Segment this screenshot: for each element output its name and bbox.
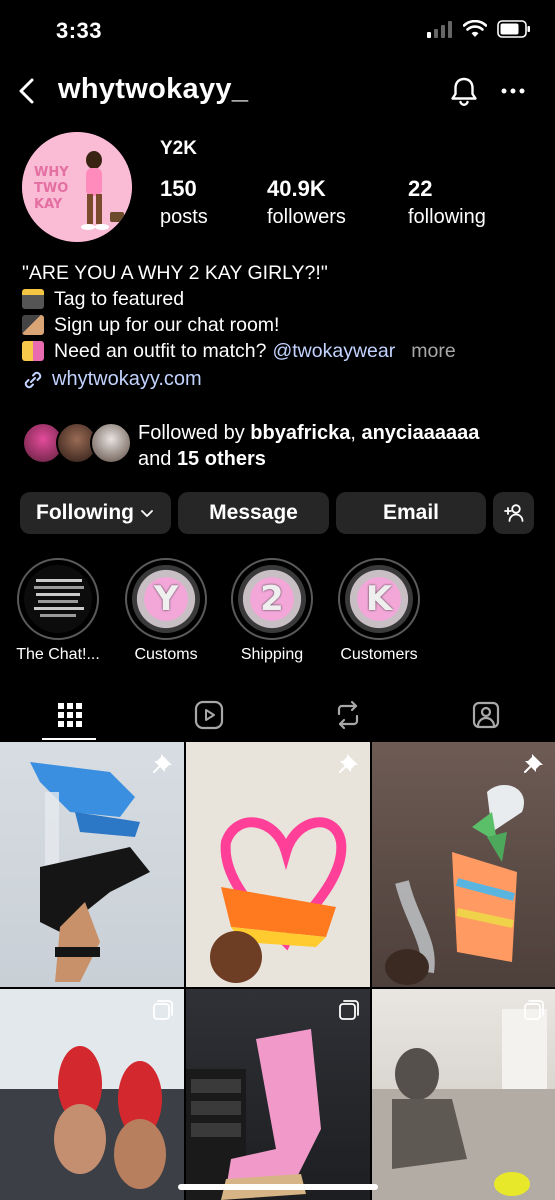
highlight-customers[interactable]: K Customers (337, 558, 421, 663)
email-button[interactable]: Email (336, 492, 486, 534)
tab-posts-grid[interactable] (0, 690, 139, 740)
profile-bio: "ARE YOU A WHY 2 KAY GIRLY?!" Tag to fea… (22, 260, 542, 364)
post-thumbnail[interactable] (0, 742, 184, 987)
highlight-cover: 2 (238, 565, 306, 633)
followers-count[interactable]: 40.9K followers (267, 176, 346, 229)
posts-grid (0, 742, 555, 1200)
website-link-text: whytwokayy.com (52, 368, 202, 390)
posts-count[interactable]: 150 posts (160, 176, 208, 229)
highlight-the-chat[interactable]: The Chat!... (16, 558, 100, 663)
status-bar: 3:33 (0, 0, 555, 62)
highlight-cover (24, 565, 92, 633)
following-label: following (408, 206, 486, 228)
posts-label: posts (160, 206, 208, 228)
tab-reposts[interactable] (278, 690, 417, 740)
bio-line-signup: Sign up for our chat room! (54, 314, 280, 336)
mutual-user-1: bbyafricka (250, 422, 351, 444)
following-value: 22 (408, 176, 433, 201)
add-person-icon (503, 504, 523, 522)
highlight-label: The Chat!... (16, 646, 100, 663)
highlight-customs[interactable]: Y Customs (124, 558, 208, 663)
message-button-label: Message (209, 501, 298, 524)
profile-avatar[interactable]: WHY TWO KAY (22, 132, 132, 242)
bio-more-button[interactable]: more (411, 338, 455, 364)
mutual-avatar-3 (90, 422, 132, 464)
tab-reels[interactable] (139, 690, 278, 740)
followers-label: followers (267, 206, 346, 228)
following-button-label: Following (36, 501, 134, 524)
carousel-icon (339, 1000, 359, 1020)
suggest-people-button[interactable] (493, 492, 534, 534)
more-options-icon[interactable] (500, 76, 526, 106)
highlight-cover: Y (132, 565, 200, 633)
bio-mention-link[interactable]: @twokaywear (272, 338, 395, 364)
pin-icon (339, 754, 358, 773)
shopping-bags-emoji-icon (22, 341, 44, 361)
post-thumbnail[interactable] (186, 742, 370, 987)
highlight-label: Customs (134, 646, 198, 663)
tab-tagged[interactable] (416, 690, 555, 740)
bio-line-tag: Tag to featured (54, 288, 185, 310)
carousel-icon (153, 1000, 173, 1020)
wifi-icon (463, 20, 487, 37)
highlight-cover: K (345, 565, 413, 633)
link-icon (24, 371, 42, 388)
carousel-icon (524, 1000, 544, 1020)
back-arrow-icon[interactable] (14, 74, 40, 108)
followed-by-text: Followed by bbyafricka, anyciaaaaaa and … (138, 422, 480, 470)
svg-text:TWO: TWO (34, 181, 68, 196)
bio-line-outfit: Need an outfit to match? (54, 340, 267, 362)
battery-icon (497, 20, 530, 38)
svg-text:WHY: WHY (34, 165, 69, 180)
chevron-down-icon (141, 510, 153, 517)
following-button[interactable]: Following (20, 492, 171, 534)
reposts-icon (337, 700, 358, 730)
website-link[interactable]: whytwokayy.com (22, 368, 202, 391)
following-count[interactable]: 22 following (408, 176, 486, 229)
display-name: Y2K (160, 138, 197, 159)
avatar-artwork: WHY TWO KAY (22, 132, 132, 242)
svg-text:KAY: KAY (34, 197, 63, 212)
home-indicator[interactable] (178, 1184, 378, 1190)
post-image-butterfly-heel (385, 784, 524, 985)
post-thumbnail[interactable] (372, 989, 555, 1200)
phone-hand-emoji-icon (22, 315, 44, 335)
followed-by-row[interactable]: Followed by bbyafricka, anyciaaaaaa and … (22, 420, 542, 472)
reels-icon (194, 700, 223, 730)
highlight-label: Shipping (240, 646, 304, 663)
mutual-user-2: anyciaaaaaa (361, 422, 480, 444)
post-thumbnail[interactable] (186, 989, 370, 1200)
post-image-pink-heart-heel (210, 817, 347, 983)
highlight-label: Customers (340, 646, 418, 663)
post-image-blue-black-heels (30, 762, 150, 982)
tagged-icon (472, 701, 499, 729)
mutual-others: 15 others (176, 448, 266, 470)
message-button[interactable]: Message (178, 492, 329, 534)
pin-icon (153, 754, 172, 773)
profile-username: whytwokayy_ (58, 73, 249, 105)
bio-line-quote: "ARE YOU A WHY 2 KAY GIRLY?!" (22, 262, 328, 284)
active-tab-indicator (42, 738, 96, 740)
camera-flash-emoji-icon (22, 289, 44, 309)
grid-icon (57, 703, 82, 727)
clock: 3:33 (56, 18, 103, 43)
followers-value: 40.9K (267, 176, 326, 201)
post-thumbnail[interactable] (372, 742, 555, 987)
pin-icon (524, 754, 543, 773)
content-tabs (0, 690, 555, 740)
post-thumbnail[interactable] (0, 989, 184, 1200)
highlight-shipping[interactable]: 2 Shipping (230, 558, 314, 663)
cellular-signal-icon (427, 21, 452, 38)
email-button-label: Email (382, 501, 440, 524)
posts-value: 150 (160, 176, 197, 201)
profile-header: whytwokayy_ (0, 64, 555, 120)
notification-bell-icon[interactable] (448, 74, 480, 108)
